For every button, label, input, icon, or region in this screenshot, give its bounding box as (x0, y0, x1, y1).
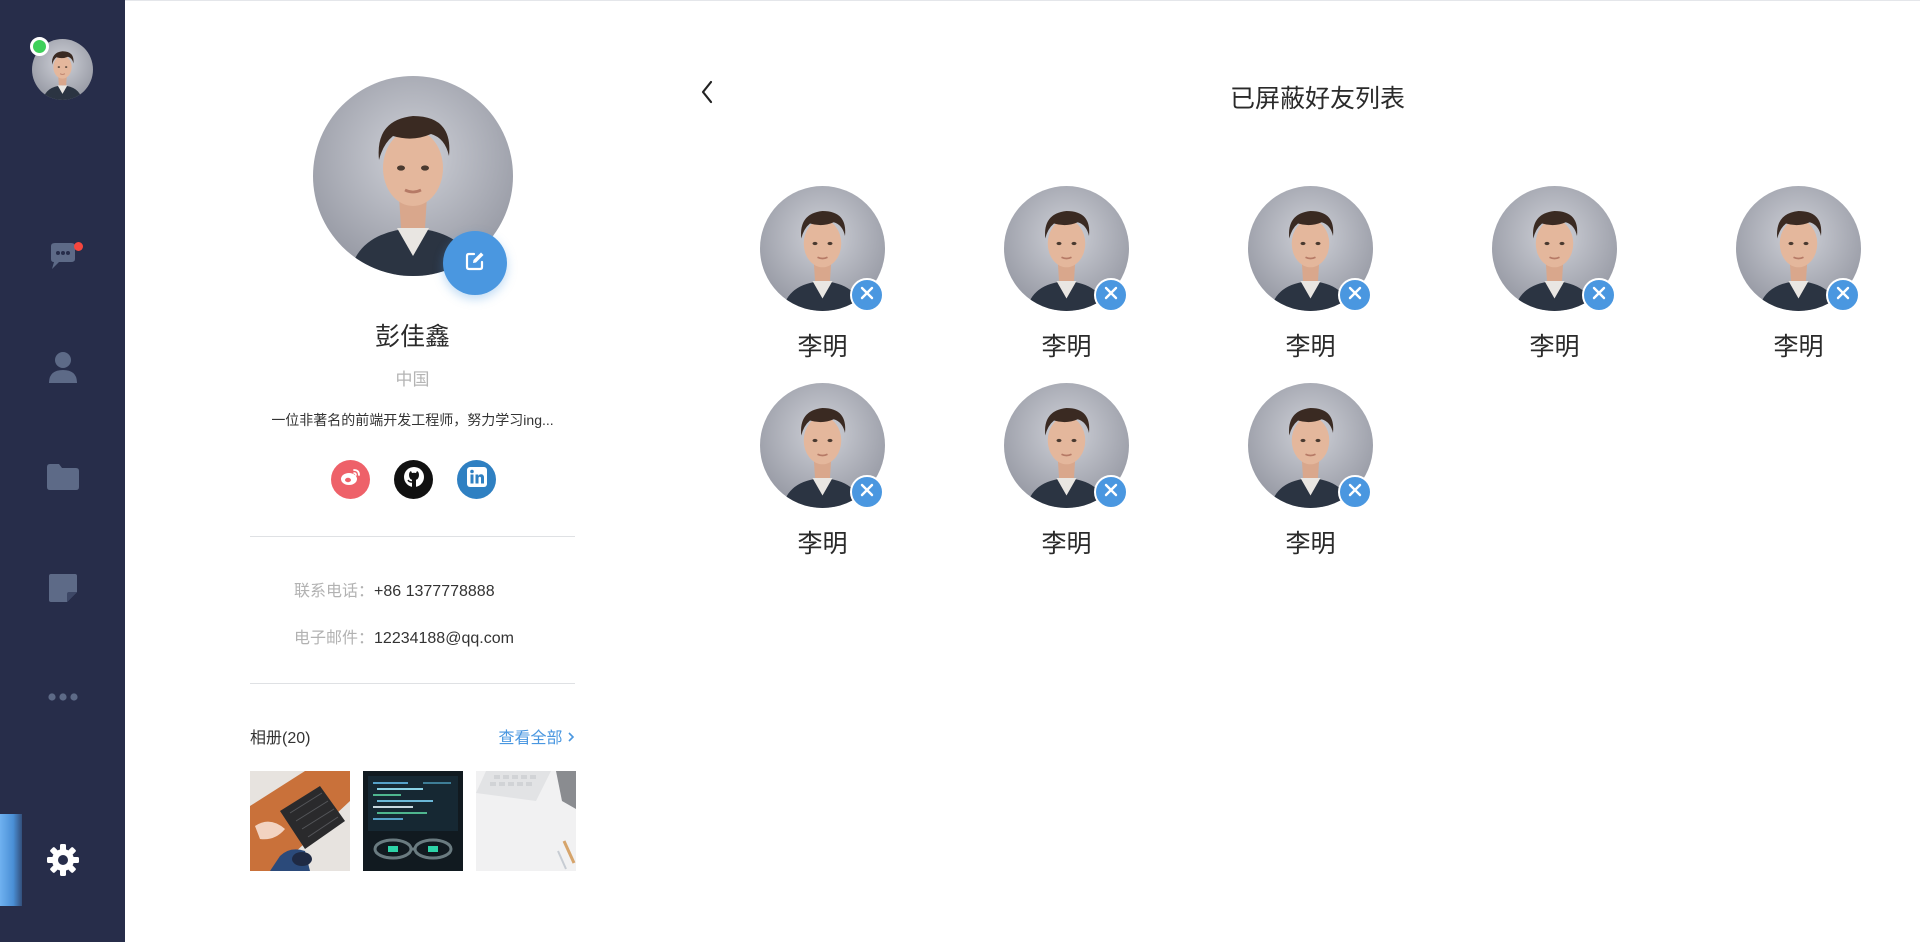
close-icon (1347, 482, 1363, 503)
phone-value: +86 1377778888 (374, 583, 495, 600)
gear-icon (46, 844, 79, 876)
weibo-icon (340, 468, 362, 491)
email-value: 12234188@qq.com (374, 630, 514, 647)
nav-item-chat[interactable] (0, 227, 125, 287)
github-icon (403, 466, 425, 493)
album-photos (250, 771, 576, 871)
friend-name: 李明 (1041, 333, 1092, 361)
online-status-dot (30, 37, 49, 56)
note-icon (48, 574, 77, 602)
phone-row: 联系电话：+86 1377778888 (294, 577, 495, 601)
phone-label: 联系电话： (294, 583, 375, 600)
nav-item-settings[interactable] (0, 830, 125, 890)
friend-name: 李明 (1285, 530, 1336, 558)
unblock-button[interactable] (850, 475, 884, 509)
nav-sidebar (0, 0, 125, 942)
friend-name: 李明 (1773, 333, 1824, 361)
unblock-button[interactable] (1094, 475, 1128, 509)
weibo-link[interactable] (331, 460, 370, 499)
close-icon (1835, 285, 1851, 306)
view-all-label: 查看全部 (498, 730, 563, 747)
unblock-button[interactable] (1094, 278, 1128, 312)
chevron-right-icon (567, 730, 575, 747)
nav-item-notes[interactable] (0, 558, 125, 618)
unblock-button[interactable] (1582, 278, 1616, 312)
unblock-button[interactable] (1826, 278, 1860, 312)
edit-profile-button[interactable] (443, 231, 507, 295)
chevron-left-icon (700, 80, 714, 109)
unblock-button[interactable] (1338, 475, 1372, 509)
social-links (331, 460, 496, 499)
close-icon (1591, 285, 1607, 306)
album-title: 相册(20) (250, 730, 311, 747)
white-keyboard-photo[interactable] (476, 771, 576, 871)
divider (250, 536, 575, 537)
keyboard-desk-photo[interactable] (250, 771, 350, 871)
nav-item-contacts[interactable] (0, 337, 125, 397)
friend-name: 李明 (1529, 333, 1580, 361)
unblock-button[interactable] (850, 278, 884, 312)
profile-name: 彭佳鑫 (374, 323, 450, 351)
unblock-button[interactable] (1338, 278, 1372, 312)
github-link[interactable] (394, 460, 433, 499)
profile-bio: 一位非著名的前端开发工程师，努力学习ing... (271, 412, 554, 428)
email-label: 电子邮件： (294, 630, 375, 647)
divider (250, 683, 575, 684)
more-icon (47, 693, 78, 701)
close-icon (859, 285, 875, 306)
close-icon (859, 482, 875, 503)
nav-item-files[interactable] (0, 447, 125, 507)
close-icon (1103, 482, 1119, 503)
profile-country: 中国 (395, 370, 430, 389)
page-title: 已屏蔽好友列表 (1229, 85, 1405, 113)
friend-name: 李明 (1041, 530, 1092, 558)
nav-item-more[interactable] (0, 667, 125, 727)
folder-icon (46, 464, 79, 490)
back-button[interactable] (693, 78, 721, 110)
email-row: 电子邮件：12234188@qq.com (294, 624, 514, 648)
friend-name: 李明 (797, 530, 848, 558)
monitor-code-photo[interactable] (363, 771, 463, 871)
friend-name: 李明 (1285, 333, 1336, 361)
user-icon (48, 351, 77, 383)
linkedin-link[interactable] (457, 460, 496, 499)
chat-unread-badge (74, 242, 83, 251)
linkedin-icon (466, 467, 487, 492)
friend-name: 李明 (797, 333, 848, 361)
profile-panel: 彭佳鑫 中国 一位非著名的前端开发工程师，努力学习ing... 联系电话：+86… (250, 0, 576, 942)
view-all-link[interactable]: 查看全部 (499, 724, 575, 748)
close-icon (1103, 285, 1119, 306)
edit-icon (465, 251, 485, 276)
close-icon (1347, 285, 1363, 306)
